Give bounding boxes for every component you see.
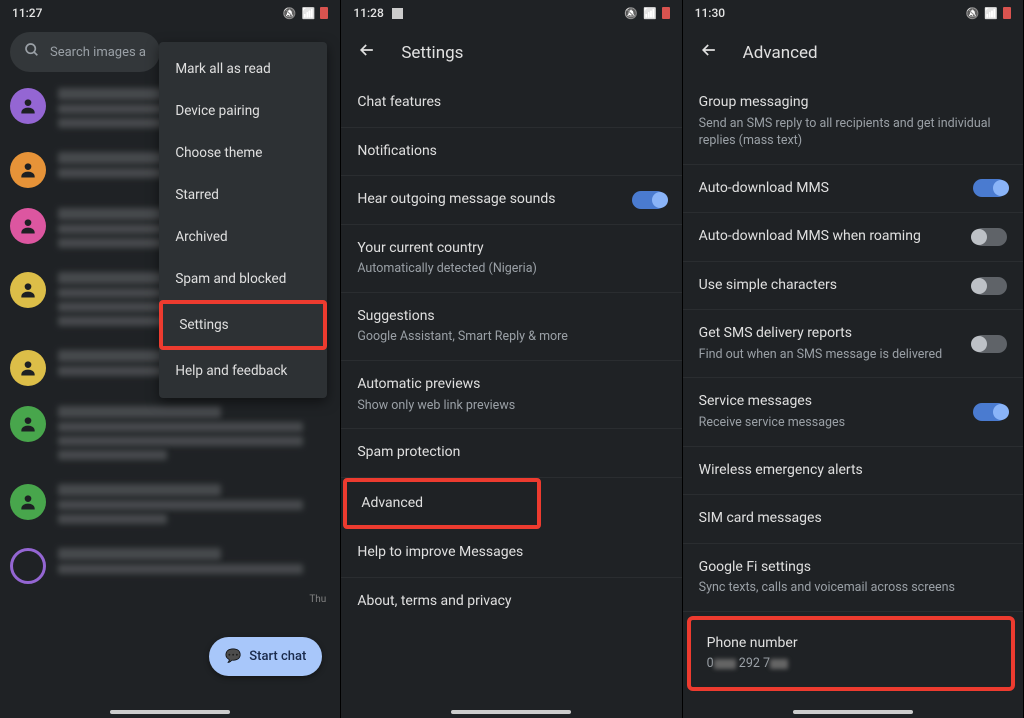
avatar (10, 548, 46, 584)
avatar (10, 484, 46, 520)
setting-advanced[interactable]: Advanced (343, 478, 540, 530)
avatar (10, 406, 46, 442)
menu-choose-theme[interactable]: Choose theme (159, 132, 327, 174)
signal-icon (643, 7, 657, 20)
dnd-icon (966, 7, 980, 20)
menu-spam-blocked[interactable]: Spam and blocked (159, 258, 327, 300)
setting-auto-mms-roaming[interactable]: Auto-download MMS when roaming (683, 213, 1023, 262)
battery-icon (320, 7, 328, 19)
timestamp: Thu (10, 594, 330, 605)
list-item[interactable] (10, 474, 330, 538)
avatar (10, 208, 46, 244)
setting-suggestions[interactable]: SuggestionsGoogle Assistant, Smart Reply… (341, 293, 681, 361)
phone-number-value: 0 292 7 (707, 655, 995, 673)
start-chat-fab[interactable]: Start chat (209, 637, 322, 676)
avatar (10, 88, 46, 124)
status-bar: 11:27 (0, 0, 340, 26)
advanced-list: Group messagingSend an SMS reply to all … (683, 79, 1023, 691)
status-icons (624, 7, 669, 20)
search-bar[interactable]: Search images an (10, 32, 160, 72)
menu-device-pairing[interactable]: Device pairing (159, 90, 327, 132)
phone-number-label: Phone number (707, 634, 995, 654)
battery-icon (662, 7, 670, 19)
setting-phone-number[interactable]: Phone number 0 292 7 (691, 620, 1011, 687)
status-time: 11:27 (12, 6, 42, 20)
setting-google-fi[interactable]: Google Fi settingsSync texts, calls and … (683, 544, 1023, 612)
setting-notifications[interactable]: Notifications (341, 128, 681, 177)
signal-icon (302, 7, 316, 20)
toggle-service-messages[interactable] (973, 403, 1007, 421)
avatar (10, 272, 46, 308)
avatar (10, 152, 46, 188)
setting-group-messaging[interactable]: Group messagingSend an SMS reply to all … (683, 79, 1023, 165)
setting-simple-chars[interactable]: Use simple characters (683, 262, 1023, 311)
nav-bar[interactable] (451, 710, 571, 714)
battery-icon (1003, 7, 1011, 19)
setting-improve[interactable]: Help to improve Messages (341, 529, 681, 578)
setting-delivery-reports[interactable]: Get SMS delivery reportsFind out when an… (683, 310, 1023, 378)
fab-label: Start chat (249, 649, 306, 664)
menu-archived[interactable]: Archived (159, 216, 327, 258)
search-placeholder: Search images an (50, 45, 146, 60)
phone-settings: 11:28 Settings Chat features Notificatio… (341, 0, 682, 718)
back-arrow-icon[interactable] (699, 40, 719, 65)
toggle-delivery-reports[interactable] (973, 335, 1007, 353)
signal-icon (984, 7, 998, 20)
toggle-simple-chars[interactable] (973, 277, 1007, 295)
setting-hear-sounds[interactable]: Hear outgoing message sounds (341, 176, 681, 225)
overflow-menu: Mark all as read Device pairing Choose t… (159, 42, 327, 398)
nav-bar[interactable] (793, 710, 913, 714)
toggle-hear-sounds[interactable] (632, 191, 666, 209)
toggle-auto-mms-roaming[interactable] (973, 228, 1007, 246)
settings-list: Chat features Notifications Hear outgoin… (341, 79, 681, 625)
dnd-icon (283, 7, 297, 20)
setting-sim-messages[interactable]: SIM card messages (683, 495, 1023, 544)
menu-help[interactable]: Help and feedback (159, 350, 327, 392)
setting-phone-number-highlight: Phone number 0 292 7 (687, 616, 1015, 691)
setting-country[interactable]: Your current countryAutomatically detect… (341, 225, 681, 293)
menu-starred[interactable]: Starred (159, 174, 327, 216)
avatar (10, 350, 46, 386)
list-item[interactable] (10, 396, 330, 474)
menu-mark-read[interactable]: Mark all as read (159, 48, 327, 90)
list-item[interactable] (10, 538, 330, 594)
status-time: 11:28 (353, 6, 383, 20)
search-icon (24, 42, 40, 62)
back-arrow-icon[interactable] (357, 40, 377, 65)
app-header: Settings (341, 26, 681, 79)
app-header: Advanced (683, 26, 1023, 79)
setting-service-messages[interactable]: Service messagesReceive service messages (683, 378, 1023, 446)
phone-advanced: 11:30 Advanced Group messagingSend an SM… (683, 0, 1024, 718)
status-icons (283, 7, 328, 20)
toggle-auto-mms[interactable] (973, 179, 1007, 197)
status-bar: 11:28 (341, 0, 681, 26)
setting-chat-features[interactable]: Chat features (341, 79, 681, 128)
nav-bar[interactable] (110, 710, 230, 714)
setting-wireless-alerts[interactable]: Wireless emergency alerts (683, 447, 1023, 496)
status-time: 11:30 (695, 6, 725, 20)
menu-settings[interactable]: Settings (159, 300, 327, 350)
dnd-icon (624, 7, 638, 20)
setting-spam[interactable]: Spam protection (341, 429, 681, 478)
phone-messages-list: 11:27 Search images an (0, 0, 341, 718)
setting-auto-mms[interactable]: Auto-download MMS (683, 165, 1023, 214)
setting-about[interactable]: About, terms and privacy (341, 578, 681, 626)
status-bar: 11:30 (683, 0, 1023, 26)
page-title: Settings (401, 43, 463, 63)
chat-icon (225, 649, 241, 664)
screenshot-icon (392, 8, 403, 19)
status-icons (966, 7, 1011, 20)
setting-previews[interactable]: Automatic previewsShow only web link pre… (341, 361, 681, 429)
page-title: Advanced (743, 43, 818, 63)
